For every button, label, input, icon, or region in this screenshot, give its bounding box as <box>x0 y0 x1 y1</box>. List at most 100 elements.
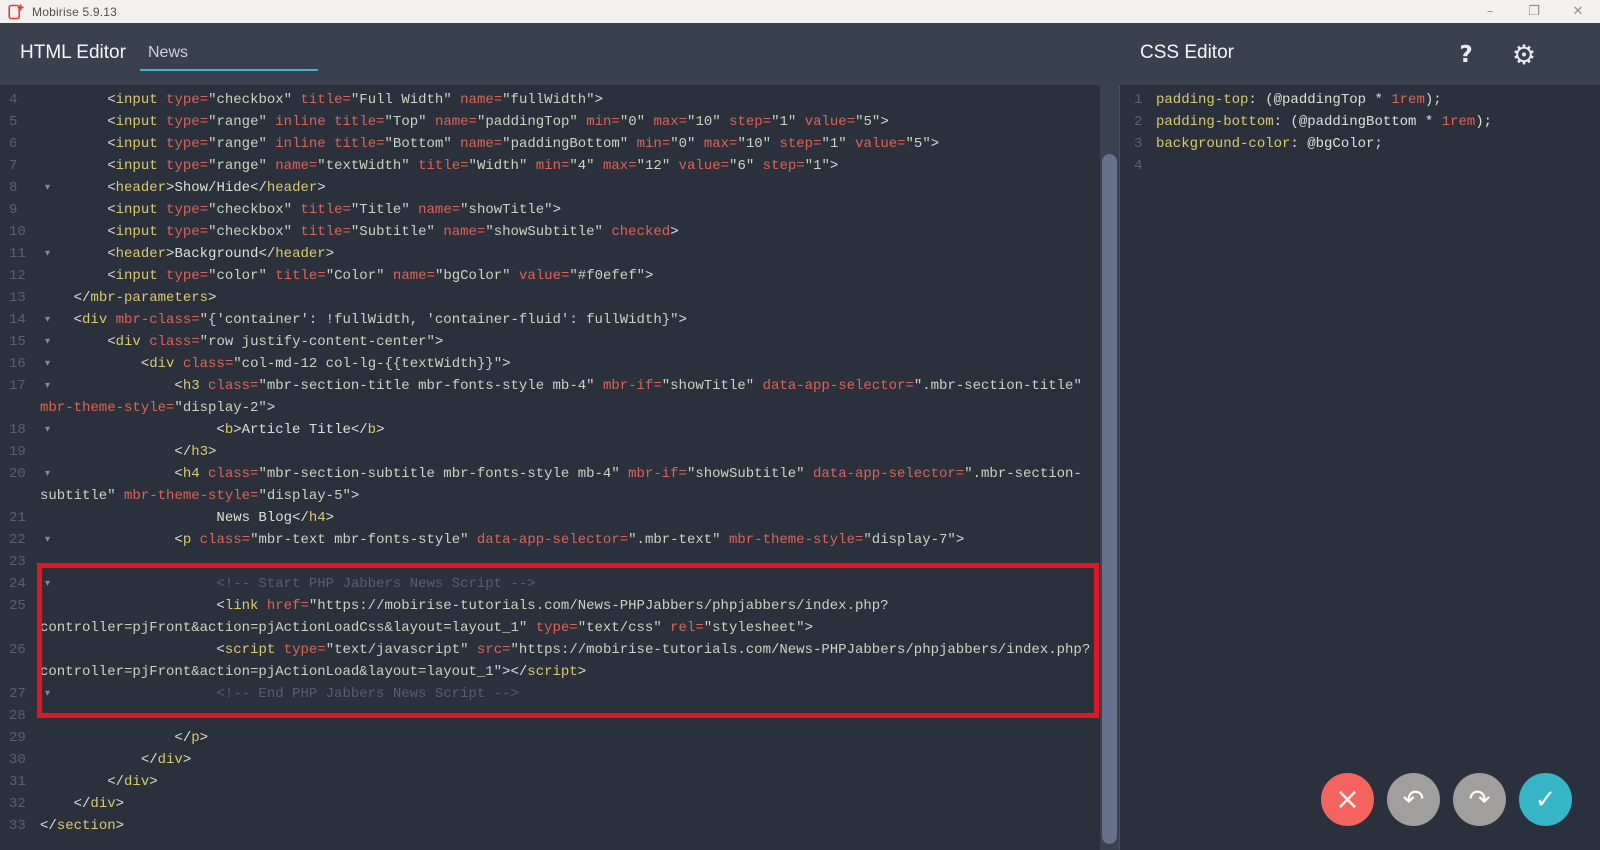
code-text[interactable]: ▾ <h3 class="mbr-section-title mbr-fonts… <box>40 375 1100 397</box>
code-text[interactable]: ▾ <p class="mbr-text mbr-fonts-style" da… <box>40 529 1100 551</box>
code-text[interactable]: ▾ <!-- Start PHP Jabbers News Script --> <box>40 573 1100 595</box>
code-text[interactable]: padding-bottom: (@paddingBottom * 1rem); <box>1156 111 1600 133</box>
css-code-editor[interactable]: 1 padding-top: (@paddingTop * 1rem); 2 padd… <box>1122 85 1600 850</box>
code-row[interactable]: 4 <box>1122 155 1600 177</box>
close-button[interactable]: ✕ <box>1556 0 1600 23</box>
code-text[interactable]: News Blog</h4> <box>40 507 1100 529</box>
code-row[interactable]: 28 <box>0 705 1100 727</box>
cancel-button[interactable]: × <box>1321 773 1374 826</box>
code-row[interactable]: 16 ▾ <div class="col-md-12 col-lg-{{textW… <box>0 353 1100 375</box>
code-row[interactable]: 14 ▾ <div mbr-class="{'container': !fullW… <box>0 309 1100 331</box>
code-row[interactable]: 29 </p> <box>0 727 1100 749</box>
code-row[interactable]: 31 </div> <box>0 771 1100 793</box>
redo-button[interactable]: ↷ <box>1453 773 1506 826</box>
minimize-button[interactable]: – <box>1468 0 1512 23</box>
fold-arrow-icon[interactable]: ▾ <box>45 309 50 331</box>
code-text[interactable]: controller=pjFront&action=pjActionLoadCs… <box>40 617 1100 639</box>
code-text[interactable]: <input type="checkbox" title="Subtitle" … <box>40 221 1100 243</box>
code-text[interactable]: <input type="checkbox" title="Title" nam… <box>40 199 1100 221</box>
code-row[interactable]: 6 <input type="range" inline title="Bott… <box>0 133 1100 155</box>
code-text[interactable]: </div> <box>40 749 1100 771</box>
confirm-button[interactable]: ✓ <box>1519 773 1572 826</box>
code-text[interactable]: ▾ <header>Show/Hide</header> <box>40 177 1100 199</box>
code-text[interactable]: ▾ <div class="col-md-12 col-lg-{{textWid… <box>40 353 1100 375</box>
code-text[interactable]: </p> <box>40 727 1100 749</box>
code-row[interactable]: subtitle" mbr-theme-style="display-5"> <box>0 485 1100 507</box>
code-text[interactable]: </div> <box>40 793 1100 815</box>
code-row[interactable]: controller=pjFront&action=pjActionLoad&l… <box>0 661 1100 683</box>
code-text[interactable]: subtitle" mbr-theme-style="display-5"> <box>40 485 1100 507</box>
code-text[interactable]: <link href="https://mobirise-tutorials.c… <box>40 595 1100 617</box>
code-text[interactable]: ▾ <div mbr-class="{'container': !fullWid… <box>40 309 1100 331</box>
code-text[interactable]: </mbr-parameters> <box>40 287 1100 309</box>
code-text[interactable] <box>40 705 1100 727</box>
fold-arrow-icon[interactable]: ▾ <box>45 177 50 199</box>
code-text[interactable]: <input type="range" inline title="Bottom… <box>40 133 1100 155</box>
code-row[interactable]: 5 <input type="range" inline title="Top"… <box>0 111 1100 133</box>
code-text[interactable]: <input type="range" name="textWidth" tit… <box>40 155 1100 177</box>
code-text[interactable]: ▾ <header>Background</header> <box>40 243 1100 265</box>
code-row[interactable]: 17 ▾ <h3 class="mbr-section-title mbr-fon… <box>0 375 1100 397</box>
fold-arrow-icon[interactable]: ▾ <box>45 243 50 265</box>
code-row[interactable]: 23 <box>0 551 1100 573</box>
code-row[interactable]: 26 <script type="text/javascript" src="h… <box>0 639 1100 661</box>
code-text[interactable]: ▾ <b>Article Title</b> <box>40 419 1100 441</box>
code-row[interactable]: 1 padding-top: (@paddingTop * 1rem); <box>1122 89 1600 111</box>
code-row[interactable]: 2 padding-bottom: (@paddingBottom * 1rem)… <box>1122 111 1600 133</box>
gear-icon[interactable]: ⚙ <box>1506 37 1542 73</box>
code-row[interactable]: 24 ▾ <!-- Start PHP Jabbers News Script -… <box>0 573 1100 595</box>
code-text[interactable]: </div> <box>40 771 1100 793</box>
fold-arrow-icon[interactable]: ▾ <box>45 331 50 353</box>
fold-arrow-icon[interactable]: ▾ <box>45 573 50 595</box>
code-row[interactable]: 22 ▾ <p class="mbr-text mbr-fonts-style" … <box>0 529 1100 551</box>
code-text[interactable]: <input type="range" inline title="Top" n… <box>40 111 1100 133</box>
scrollbar-thumb[interactable] <box>1102 154 1117 844</box>
code-text[interactable]: <script type="text/javascript" src="http… <box>40 639 1100 661</box>
code-text[interactable]: ▾ <h4 class="mbr-section-subtitle mbr-fo… <box>40 463 1100 485</box>
code-text[interactable]: controller=pjFront&action=pjActionLoad&l… <box>40 661 1100 683</box>
fold-arrow-icon[interactable]: ▾ <box>45 463 50 485</box>
maximize-button[interactable]: ❐ <box>1512 0 1556 23</box>
code-row[interactable]: 13 </mbr-parameters> <box>0 287 1100 309</box>
help-icon[interactable]: ? <box>1448 37 1484 73</box>
code-row[interactable]: 9 <input type="checkbox" title="Title" n… <box>0 199 1100 221</box>
code-row[interactable]: 19 </h3> <box>0 441 1100 463</box>
code-text[interactable]: background-color: @bgColor; <box>1156 133 1600 155</box>
code-row[interactable]: 25 <link href="https://mobirise-tutorial… <box>0 595 1100 617</box>
code-row[interactable]: 32 </div> <box>0 793 1100 815</box>
code-text[interactable]: <input type="checkbox" title="Full Width… <box>40 89 1100 111</box>
code-text[interactable]: </h3> <box>40 441 1100 463</box>
code-text[interactable]: padding-top: (@paddingTop * 1rem); <box>1156 89 1600 111</box>
code-row[interactable]: 7 <input type="range" name="textWidth" t… <box>0 155 1100 177</box>
code-row[interactable]: 10 <input type="checkbox" title="Subtitl… <box>0 221 1100 243</box>
code-row[interactable]: mbr-theme-style="display-2"> <box>0 397 1100 419</box>
code-row[interactable]: 18 ▾ <b>Article Title</b> <box>0 419 1100 441</box>
fold-arrow-icon[interactable]: ▾ <box>45 529 50 551</box>
code-text[interactable]: ▾ <div class="row justify-content-center… <box>40 331 1100 353</box>
code-row[interactable]: 4 <input type="checkbox" title="Full Wid… <box>0 89 1100 111</box>
code-row[interactable]: controller=pjFront&action=pjActionLoadCs… <box>0 617 1100 639</box>
code-row[interactable]: 20 ▾ <h4 class="mbr-section-subtitle mbr-… <box>0 463 1100 485</box>
fold-arrow-icon[interactable]: ▾ <box>45 375 50 397</box>
code-row[interactable]: 11 ▾ <header>Background</header> <box>0 243 1100 265</box>
code-row[interactable]: 3 background-color: @bgColor; <box>1122 133 1600 155</box>
code-text[interactable]: mbr-theme-style="display-2"> <box>40 397 1100 419</box>
fold-arrow-icon[interactable]: ▾ <box>45 683 50 705</box>
code-text[interactable]: <input type="color" title="Color" name="… <box>40 265 1100 287</box>
code-text[interactable]: ▾ <!-- End PHP Jabbers News Script --> <box>40 683 1100 705</box>
fold-arrow-icon[interactable]: ▾ <box>45 419 50 441</box>
code-row[interactable]: 21 News Blog</h4> <box>0 507 1100 529</box>
tab-news[interactable]: News <box>140 36 318 71</box>
code-row[interactable]: 27 ▾ <!-- End PHP Jabbers News Script --> <box>0 683 1100 705</box>
code-text[interactable] <box>1156 155 1600 177</box>
undo-button[interactable]: ↶ <box>1387 773 1440 826</box>
fold-arrow-icon[interactable]: ▾ <box>45 353 50 375</box>
vertical-scrollbar[interactable] <box>1100 85 1120 850</box>
code-text[interactable] <box>40 551 1100 573</box>
code-row[interactable]: 12 <input type="color" title="Color" nam… <box>0 265 1100 287</box>
code-row[interactable]: 33 </section> <box>0 815 1100 837</box>
html-code-editor[interactable]: 4 <input type="checkbox" title="Full Wid… <box>0 85 1100 850</box>
code-row[interactable]: 30 </div> <box>0 749 1100 771</box>
code-text[interactable]: </section> <box>40 815 1100 837</box>
code-row[interactable]: 15 ▾ <div class="row justify-content-cent… <box>0 331 1100 353</box>
